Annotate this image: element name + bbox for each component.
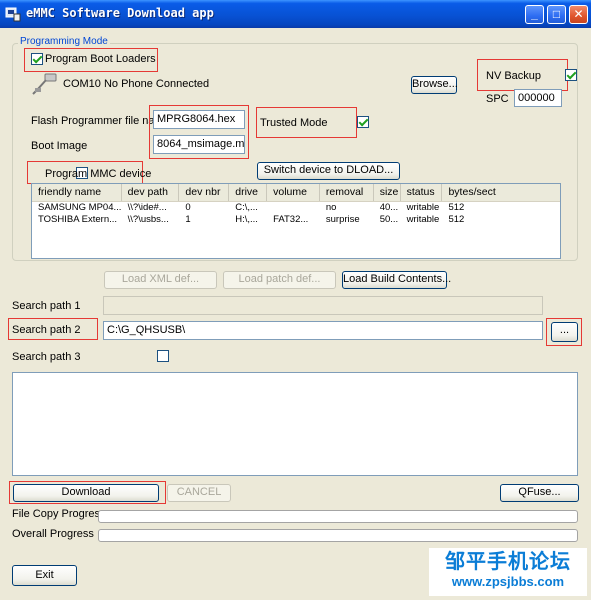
boot-image-label: Boot Image xyxy=(31,140,88,152)
spc-label: SPC xyxy=(486,93,509,105)
programming-mode-label: Programming Mode xyxy=(18,36,110,47)
nv-backup-label: NV Backup xyxy=(486,70,542,82)
column-header[interactable]: volume xyxy=(267,184,320,201)
browse-button[interactable]: Browse... xyxy=(411,76,458,94)
phone-connection-icon xyxy=(32,73,57,95)
cell-dev-path: \\?\ide#... xyxy=(127,202,167,213)
column-header[interactable]: status xyxy=(401,184,443,201)
search-path-1-label: Search path 1 xyxy=(12,300,81,312)
boot-image-input[interactable]: 8064_msimage.mbn xyxy=(153,135,245,154)
window-title: eMMC Software Download app xyxy=(26,6,214,20)
search-path-2-browse-button[interactable]: ... xyxy=(551,322,578,342)
overall-progress-label: Overall Progress xyxy=(12,528,94,540)
column-header[interactable]: bytes/sect xyxy=(442,184,560,201)
exit-button[interactable]: Exit xyxy=(12,565,77,586)
column-header[interactable]: removal xyxy=(320,184,374,201)
program-boot-loaders-label: Program Boot Loaders xyxy=(45,53,156,65)
load-build-contents-button[interactable]: Load Build Contents... xyxy=(342,271,451,289)
table-row[interactable]: TOSHIBA Extern... \\?\usbs... 1 H:\,... … xyxy=(32,214,560,226)
trusted-mode-checkbox[interactable] xyxy=(357,116,370,129)
cell-removal: surprise xyxy=(325,214,360,225)
cell-dev-nbr: 0 xyxy=(185,202,191,213)
maximize-icon[interactable]: □ xyxy=(547,5,566,24)
trusted-mode-label: Trusted Mode xyxy=(260,117,328,129)
column-header[interactable]: drive xyxy=(229,184,268,201)
program-mmc-device-label: Program MMC device xyxy=(45,168,152,180)
cell-bytes-sect: 512 xyxy=(448,202,465,213)
app-window: eMMC Software Download app _ □ ✕ Program… xyxy=(0,0,591,600)
column-header[interactable]: friendly name xyxy=(32,184,122,201)
cell-drive: C:\,... xyxy=(235,202,258,213)
switch-dload-button[interactable]: Switch device to DLOAD... xyxy=(257,162,400,180)
load-patch-button[interactable]: Load patch def... xyxy=(223,271,336,289)
watermark-url: www.zpsjbbs.com xyxy=(451,574,565,589)
cell-volume: FAT32... xyxy=(273,214,309,225)
search-path-3-checkbox[interactable] xyxy=(157,350,170,363)
app-icon xyxy=(5,7,21,22)
cell-bytes-sect: 512 xyxy=(448,214,465,225)
search-path-2-input[interactable]: C:\G_QHSUSB\ xyxy=(103,321,543,340)
overall-progress-bar xyxy=(98,529,578,542)
cell-dev-path: \\?\usbs... xyxy=(127,214,169,225)
cell-friendly-name: SAMSUNG MP04... xyxy=(38,202,122,213)
title-bar[interactable]: eMMC Software Download app _ □ ✕ xyxy=(0,0,591,28)
table-row[interactable]: SAMSUNG MP04... \\?\ide#... 0 C:\,... no… xyxy=(32,202,560,214)
flash-programmer-input[interactable]: MPRG8064.hex xyxy=(153,110,245,129)
device-list[interactable]: friendly name dev path dev nbr drive vol… xyxy=(31,183,561,259)
cancel-button[interactable]: CANCEL xyxy=(167,484,231,502)
qfuse-button[interactable]: QFuse... xyxy=(500,484,579,502)
watermark-title: 邹平手机论坛 xyxy=(445,549,571,573)
cell-size: 50... xyxy=(379,214,399,225)
download-button[interactable]: Download xyxy=(13,484,159,502)
load-xml-button[interactable]: Load XML def... xyxy=(104,271,217,289)
cell-status: writable xyxy=(406,214,440,225)
column-header[interactable]: dev path xyxy=(122,184,180,201)
cell-size: 40... xyxy=(379,202,399,213)
cell-removal: no xyxy=(325,202,337,213)
close-icon[interactable]: ✕ xyxy=(569,5,588,24)
cell-dev-nbr: 1 xyxy=(185,214,191,225)
search-path-1-input[interactable] xyxy=(103,296,543,315)
search-path-2-label: Search path 2 xyxy=(12,324,81,336)
program-boot-loaders-checkbox[interactable] xyxy=(31,53,43,66)
column-header[interactable]: size xyxy=(374,184,401,201)
file-copy-progress-bar xyxy=(98,510,578,523)
cell-status: writable xyxy=(406,202,440,213)
nv-backup-checkbox[interactable] xyxy=(565,69,578,82)
port-status-text: COM10 No Phone Connected xyxy=(63,78,210,90)
column-header[interactable]: dev nbr xyxy=(179,184,230,201)
log-output-area[interactable] xyxy=(12,372,578,476)
cell-friendly-name: TOSHIBA Extern... xyxy=(38,214,118,225)
device-list-header: friendly name dev path dev nbr drive vol… xyxy=(32,184,560,202)
minimize-icon[interactable]: _ xyxy=(525,5,544,24)
cell-volume xyxy=(267,202,320,214)
search-path-3-label: Search path 3 xyxy=(12,351,81,363)
cell-drive: H:\,... xyxy=(235,214,258,225)
spc-input[interactable]: 000000 xyxy=(514,89,562,107)
file-copy-progress-label: File Copy Progress xyxy=(12,508,106,520)
watermark: 邹平手机论坛 www.zpsjbbs.com xyxy=(429,548,587,596)
